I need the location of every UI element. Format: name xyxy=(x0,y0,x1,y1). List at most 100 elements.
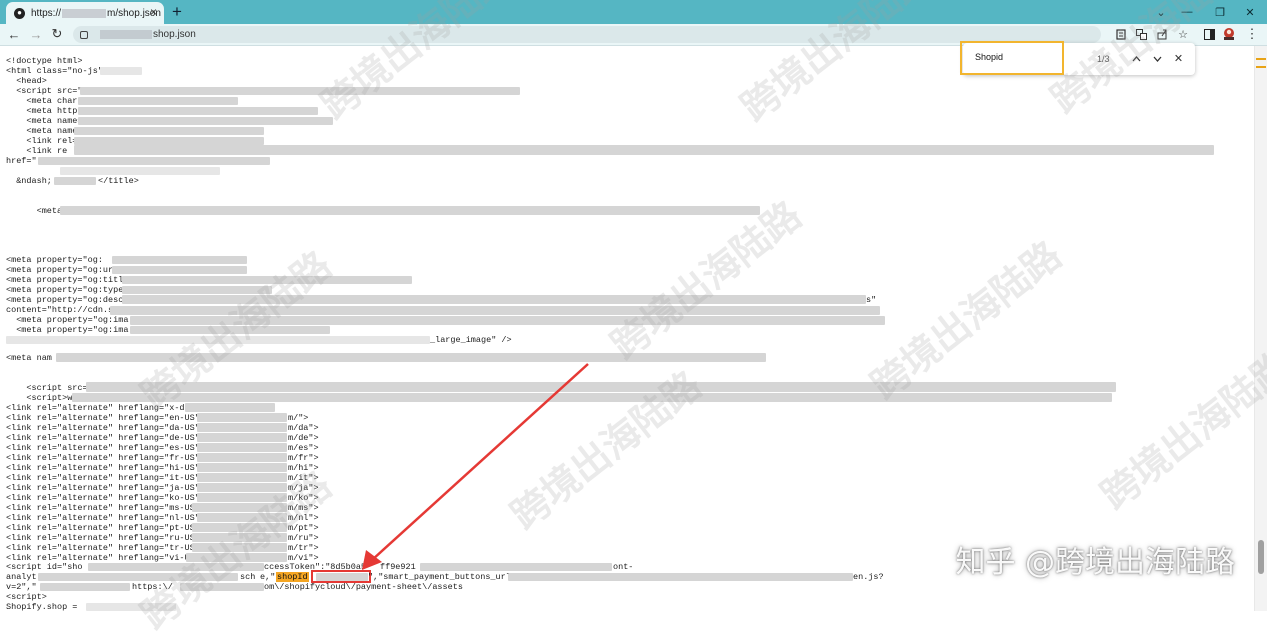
source-line: <link rel="alternate" hreflang="pt-US" h… xyxy=(6,523,216,533)
redacted-block xyxy=(197,463,287,472)
share-icon[interactable] xyxy=(1155,27,1169,41)
new-tab-button[interactable]: + xyxy=(172,1,182,23)
source-line: <link rel="alternate" hreflang="tr-US" h… xyxy=(6,543,216,553)
back-button[interactable]: ← xyxy=(5,25,23,43)
redacted-block xyxy=(197,433,287,442)
globe-icon: ● xyxy=(14,7,25,19)
translate-icon[interactable] xyxy=(1134,27,1148,41)
source-line: <meta property="og:ur xyxy=(6,265,114,275)
source-line: m/ja"> xyxy=(288,483,319,493)
redacted-block xyxy=(74,127,264,135)
scroll-thumb[interactable] xyxy=(1258,540,1264,574)
source-line: sch xyxy=(240,572,256,582)
chevron-up-icon xyxy=(1132,55,1141,61)
profile-icon[interactable] xyxy=(1222,27,1236,41)
source-line: <script src="/ xyxy=(6,383,98,393)
redacted-block xyxy=(112,256,247,264)
source-line: analyt xyxy=(6,572,37,582)
source-line: <head> xyxy=(6,76,47,86)
source-line: <meta property="og:desc xyxy=(6,295,124,305)
vertical-scrollbar[interactable] xyxy=(1254,46,1267,611)
page-info-icon[interactable] xyxy=(1114,27,1128,41)
source-line: m/nl"> xyxy=(288,513,319,523)
source-line: https:\/ xyxy=(132,582,173,592)
source-line: <link rel="alternate" hreflang="hi-US" h… xyxy=(6,463,221,473)
source-line: <meta property="og: xyxy=(6,255,103,265)
source-line: <meta nam xyxy=(6,353,52,363)
source-line: <html class="no-js" xyxy=(6,66,103,76)
find-previous-button[interactable] xyxy=(1129,51,1144,66)
source-line: href=" xyxy=(6,156,37,166)
find-match-highlight: shopId xyxy=(276,572,309,582)
menu-icon[interactable]: ⋮ xyxy=(1245,26,1259,41)
source-line: m/ms"> xyxy=(288,503,319,513)
source-line: <link rel="alternate" hreflang="es-US" h… xyxy=(6,443,221,453)
restore-button[interactable]: ❐ xyxy=(1203,0,1237,24)
source-line: <link rel="alternate" hreflang="fr-US" h… xyxy=(6,453,221,463)
author-credit: 知乎 @跨境出海陆路 xyxy=(955,545,1235,580)
redacted-block xyxy=(54,177,96,185)
sidebar-icon[interactable] xyxy=(1202,27,1216,41)
redacted-block xyxy=(197,493,287,502)
redacted-block xyxy=(192,503,287,512)
forward-button[interactable]: → xyxy=(27,25,45,43)
source-line: <meta xyxy=(6,206,63,216)
star-icon[interactable]: ☆ xyxy=(1176,27,1190,41)
close-tab-icon[interactable]: × xyxy=(150,5,157,19)
source-line: _large_image" /> xyxy=(430,335,512,345)
redacted-block xyxy=(186,553,287,562)
source-line: <meta name xyxy=(6,126,78,136)
find-close-button[interactable]: ✕ xyxy=(1171,51,1186,66)
redacted-block xyxy=(72,393,1112,402)
tab-active[interactable]: ● https:// m/shop.json × xyxy=(6,2,164,24)
redacted-block xyxy=(420,563,612,571)
redacted-block xyxy=(197,413,287,422)
redacted-block xyxy=(122,276,412,284)
source-line: m/tr"> xyxy=(288,543,319,553)
reload-button[interactable]: ↻ xyxy=(48,25,66,43)
source-line: m/"> xyxy=(288,413,309,423)
source-line: m/da"> xyxy=(288,423,319,433)
redacted-block xyxy=(86,603,176,611)
redacted-block xyxy=(185,403,275,412)
close-window-button[interactable]: ✕ xyxy=(1233,0,1267,24)
source-line: <link rel="alternate" hreflang="ru-US" h… xyxy=(6,533,216,543)
source-line: <link rel="alternate" hreflang="ms-US" h… xyxy=(6,503,216,513)
source-line: e," xyxy=(260,572,276,582)
redacted-block xyxy=(38,573,238,581)
address-bar[interactable]: shop.json xyxy=(73,26,1101,43)
redacted-block xyxy=(180,583,264,591)
tab-title: https:// m/shop.json xyxy=(31,7,161,19)
redacted-block xyxy=(78,97,238,105)
source-line: <meta property="og:ima xyxy=(6,325,129,335)
source-line: <meta property="og:type xyxy=(6,285,124,295)
redacted-domain xyxy=(62,8,107,18)
source-line: m/de"> xyxy=(288,433,319,443)
redacted-block xyxy=(74,137,264,145)
source-line: </title> xyxy=(98,176,139,186)
find-next-button[interactable] xyxy=(1150,51,1165,66)
redacted-block xyxy=(86,382,1116,392)
redacted-block xyxy=(38,157,270,165)
source-line: <link rel="alternate" hreflang="nl-US" h… xyxy=(6,513,221,523)
redacted-block xyxy=(192,543,287,552)
redacted-block xyxy=(122,286,272,294)
redacted-block xyxy=(197,423,287,432)
redacted-block xyxy=(40,583,130,591)
redacted-block xyxy=(56,353,766,362)
find-input[interactable] xyxy=(975,52,1055,62)
minimize-button[interactable]: — xyxy=(1170,0,1204,24)
source-line: <script id="sho xyxy=(6,562,83,572)
source-line: s" xyxy=(866,295,877,305)
source-line: <link rel="alternate" hreflang="ja-US" h… xyxy=(6,483,221,493)
source-line: <link rel="alternate" hreflang="da-US" h… xyxy=(6,423,221,433)
find-bar: 1/3 ✕ xyxy=(960,41,1195,75)
redacted-block xyxy=(78,107,318,115)
redacted-block xyxy=(130,326,330,334)
source-line: <link rel="alternate" hreflang="de-US" h… xyxy=(6,433,221,443)
source-line: m/es"> xyxy=(288,443,319,453)
redacted-block xyxy=(508,573,853,581)
source-line: shopId xyxy=(276,572,309,582)
tab-strip: ● https:// m/shop.json × + ⌄ — ❐ ✕ xyxy=(0,0,1267,24)
source-line: <meta http- xyxy=(6,106,83,116)
